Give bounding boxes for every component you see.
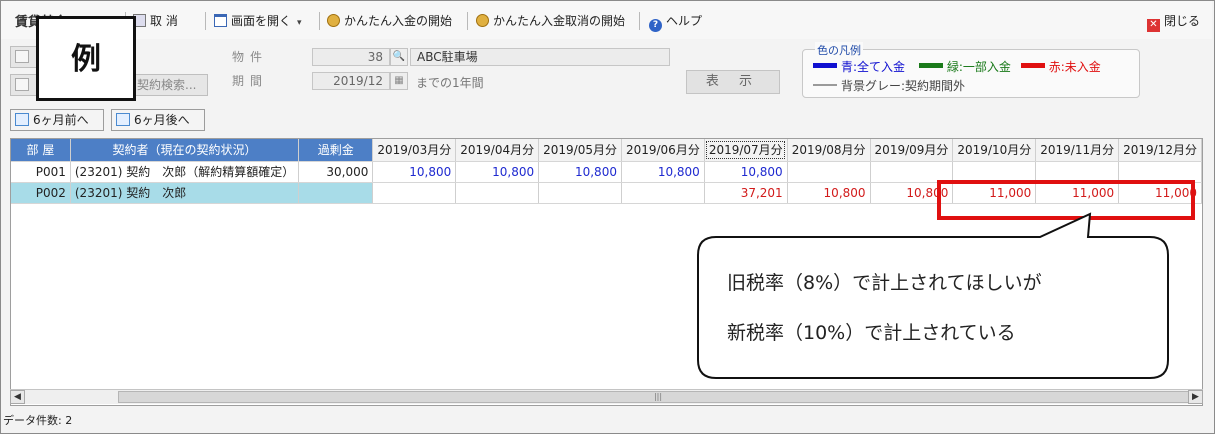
amount-cell[interactable] [1118,161,1202,183]
amount-cell[interactable]: 10,800 [372,161,457,183]
amount-cell[interactable] [372,182,457,204]
open-screen-label: 画面を開く [231,14,292,28]
start-easy-payment-cancel-button[interactable]: かんたん入金取消の開始 [476,12,625,30]
close-icon: ✕ [1147,19,1160,32]
header-month[interactable]: 2019/06月分 [621,139,705,162]
toolbar-divider [319,12,320,30]
overpayment-cell[interactable] [298,182,374,204]
next-6-months-button[interactable]: 6ヶ月後へ [111,109,205,131]
amount-cell[interactable] [538,182,622,204]
blue-swatch [813,63,837,68]
forward-arrow-icon [116,113,130,126]
scroll-thumb[interactable]: ||| [118,391,1198,403]
amount-cell[interactable]: 10,800 [704,161,788,183]
legend-row-gray: 背景グレー:契約期間外 [813,77,965,94]
period-label: 期間 [232,74,269,88]
close-button[interactable]: ✕ 閉じる [1147,12,1201,32]
header-month[interactable]: 2019/07月分 [704,139,788,162]
contractor-cell[interactable]: (23201) 契約 次郎 [70,182,300,204]
cancel-label: 取 消 [150,14,178,28]
room-cell[interactable]: P002 [11,182,71,204]
cancel-button[interactable]: 取 消 [133,12,178,30]
scroll-left-icon[interactable]: ◀ [10,390,25,404]
header-month[interactable]: 2019/11月分 [1035,139,1120,162]
amount-cell[interactable] [952,161,1037,183]
record-count: データ件数: 2 [3,414,73,427]
amount-cell[interactable] [455,182,540,204]
legend-title: 色の凡例 [815,42,863,58]
header-room[interactable]: 部 屋 [11,139,71,162]
amount-cell[interactable]: 10,800 [787,182,871,204]
next-label: 6ヶ月後へ [134,113,190,127]
amount-cell[interactable] [870,161,954,183]
start-easy-payment-label: かんたん入金の開始 [344,14,453,28]
header-month[interactable]: 2019/10月分 [952,139,1037,162]
table-row[interactable]: P001 (23201) 契約 次郎（解約精算額確定） 30,000 10,80… [11,161,1202,183]
callout-line1: 旧税率（8%）で計上されてほしいが [727,272,1042,294]
example-badge: 例 [36,16,136,101]
amount-cell[interactable] [1035,161,1120,183]
property-code-field[interactable]: 38 [312,48,390,66]
toolbar-divider [205,12,206,30]
document-icon [15,78,29,91]
contract-search-label: 契約検索... [137,78,197,92]
legend-red: 赤:未入金 [1048,60,1101,74]
document-icon [15,50,29,63]
close-label: 閉じる [1164,14,1201,28]
period-field[interactable]: 2019/12 [312,72,390,90]
header-overpayment[interactable]: 過剰金 [298,139,374,162]
header-contractor[interactable]: 契約者（現在の契約状況） [70,139,300,162]
header-month[interactable]: 2019/04月分 [455,139,540,162]
overpayment-cell[interactable]: 30,000 [298,161,374,183]
amount-cell[interactable]: 10,800 [455,161,540,183]
legend-gray: 背景グレー:契約期間外 [841,79,966,93]
header-month[interactable]: 2019/09月分 [870,139,954,162]
amount-cell[interactable]: 37,201 [704,182,788,204]
green-swatch [918,63,943,68]
color-legend: 色の凡例 青:全て入金 緑:一部入金 赤:未入金 背景グレー:契約期間外 [802,42,1140,98]
toolbar-divider [467,12,468,30]
gray-swatch [813,84,837,86]
window-icon [214,14,227,27]
search-icon[interactable]: 🔍 [390,48,408,66]
property-label: 物件 [232,50,269,64]
help-icon: ? [649,19,662,32]
coin-icon [327,14,340,27]
legend-row-colors: 青:全て入金 緑:一部入金 赤:未入金 [813,58,1101,75]
legend-blue: 青:全て入金 [841,60,906,74]
header-month[interactable]: 2019/03月分 [372,139,457,162]
contractor-cell[interactable]: (23201) 契約 次郎（解約精算額確定） [70,161,300,183]
amount-cell[interactable] [787,161,871,183]
red-swatch [1020,63,1045,68]
amount-cell[interactable]: 10,800 [538,161,622,183]
horizontal-scrollbar[interactable]: ◀ ||| ▶ [10,389,1203,404]
start-easy-payment-cancel-label: かんたん入金取消の開始 [493,14,626,28]
legend-green: 緑:一部入金 [946,60,1011,74]
amount-cell[interactable] [621,182,705,204]
scroll-right-icon[interactable]: ▶ [1188,390,1203,404]
prev-label: 6ヶ月前へ [33,113,89,127]
back-arrow-icon [15,113,29,126]
room-cell[interactable]: P001 [11,161,71,183]
open-screen-button[interactable]: 画面を開く ▾ [214,12,302,30]
period-suffix: までの1年間 [416,76,484,90]
grid-header-row: 部 屋 契約者（現在の契約状況） 過剰金 2019/03月分 2019/04月分… [11,139,1202,162]
toolbar-divider [639,12,640,30]
prev-6-months-button[interactable]: 6ヶ月前へ [10,109,104,131]
header-month[interactable]: 2019/12月分 [1118,139,1202,162]
display-button[interactable]: 表 示 [686,70,780,94]
amount-cell[interactable]: 10,800 [621,161,705,183]
header-month[interactable]: 2019/08月分 [787,139,871,162]
coin-icon [476,14,489,27]
property-name-field: ABC駐車場 [410,48,670,66]
header-month[interactable]: 2019/05月分 [538,139,622,162]
chevron-down-icon: ▾ [297,18,302,28]
calendar-icon[interactable]: ▦ [390,72,408,90]
help-button[interactable]: ? ヘルプ [649,12,703,32]
help-label: ヘルプ [666,14,703,28]
start-easy-payment-button[interactable]: かんたん入金の開始 [327,12,452,30]
callout-line2: 新税率（10%）で計上されている [727,322,1016,344]
toolbar: 賃貸基金10 取 消 画面を開く▾ かんたん入金の開始 かんたん入金取消の開始 … [1,1,1212,39]
highlight-box [937,180,1195,220]
